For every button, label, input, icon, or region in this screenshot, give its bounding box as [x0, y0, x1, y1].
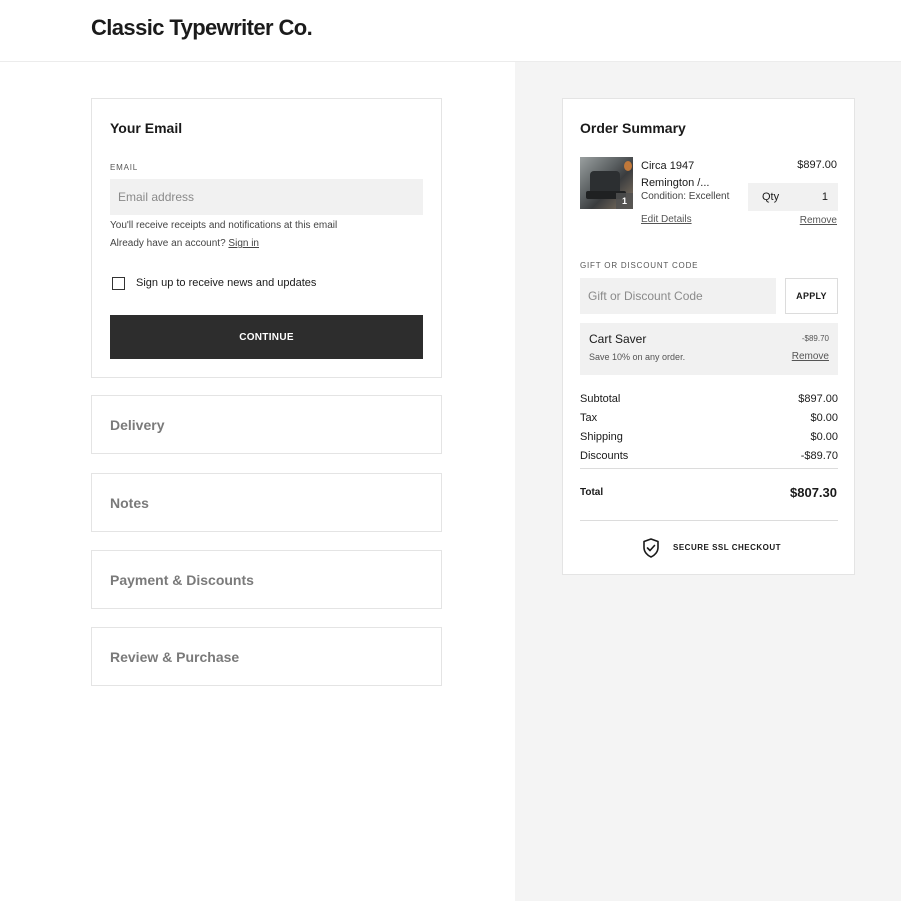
discount-code-input[interactable]: [580, 278, 776, 314]
discount-field-label: GIFT OR DISCOUNT CODE: [580, 261, 699, 270]
total-value: $807.30: [790, 485, 837, 500]
secure-checkout-text: SECURE SSL CHECKOUT: [673, 543, 782, 552]
order-summary: Order Summary 1 Circa 1947 Remington /..…: [562, 98, 855, 575]
tax-row: Tax $0.00: [580, 412, 838, 431]
applied-coupon: Cart Saver -$89.70 Save 10% on any order…: [580, 323, 838, 375]
step-payment-title: Payment & Discounts: [110, 572, 254, 588]
totals-list: Subtotal $897.00 Tax $0.00 Shipping $0.0…: [580, 393, 838, 469]
account-prompt-text: Already have an account?: [110, 238, 226, 249]
subtotal-value: $897.00: [798, 393, 838, 405]
discounts-value: -$89.70: [800, 450, 838, 462]
edit-details-link[interactable]: Edit Details: [641, 214, 692, 225]
email-section-title: Your Email: [110, 120, 183, 136]
discounts-label: Discounts: [580, 450, 629, 462]
totals-divider: [580, 468, 838, 469]
subtotal-row: Subtotal $897.00: [580, 393, 838, 412]
step-notes[interactable]: Notes: [91, 473, 442, 532]
brand-logo[interactable]: Classic Typewriter Co.: [91, 15, 313, 41]
site-header: Classic Typewriter Co.: [0, 0, 901, 62]
qty-value[interactable]: 1: [822, 191, 828, 203]
email-input[interactable]: [110, 179, 423, 215]
shield-check-icon: [643, 538, 659, 558]
total-label: Total: [580, 487, 604, 498]
thumbnail-qty-badge: 1: [616, 193, 633, 209]
apply-button[interactable]: APPLY: [785, 278, 838, 314]
coupon-description: Save 10% on any order.: [589, 352, 686, 362]
step-review-title: Review & Purchase: [110, 649, 240, 665]
discounts-row: Discounts -$89.70: [580, 450, 838, 469]
product-name: Circa 1947 Remington /...: [641, 160, 710, 189]
step-payment[interactable]: Payment & Discounts: [91, 550, 442, 609]
email-section: Your Email EMAIL You'll receive receipts…: [91, 98, 442, 378]
coupon-amount: -$89.70: [801, 334, 829, 343]
product-condition: Condition: Excellent: [641, 191, 730, 202]
step-delivery[interactable]: Delivery: [91, 395, 442, 454]
subtotal-label: Subtotal: [580, 393, 621, 405]
shipping-row: Shipping $0.00: [580, 431, 838, 450]
secure-divider: [580, 520, 838, 521]
remove-item-link[interactable]: Remove: [800, 215, 837, 226]
sign-in-link[interactable]: Sign in: [228, 238, 259, 249]
coupon-remove-link[interactable]: Remove: [792, 351, 829, 362]
continue-button[interactable]: CONTINUE: [110, 315, 423, 359]
product-thumbnail: 1: [580, 157, 633, 209]
step-review[interactable]: Review & Purchase: [91, 627, 442, 686]
newsletter-checkbox[interactable]: [112, 277, 125, 290]
tax-label: Tax: [580, 412, 598, 424]
shipping-value: $0.00: [810, 431, 838, 443]
product-price: $897.00: [797, 159, 837, 171]
step-notes-title: Notes: [110, 495, 149, 511]
quantity-stepper[interactable]: Qty 1: [748, 183, 838, 211]
email-hint: You'll receive receipts and notification…: [110, 220, 338, 231]
thumbnail-decor: [624, 161, 632, 171]
shipping-label: Shipping: [580, 431, 623, 443]
order-summary-title: Order Summary: [580, 120, 686, 136]
newsletter-label[interactable]: Sign up to receive news and updates: [136, 277, 316, 289]
tax-value: $0.00: [810, 412, 838, 424]
coupon-name: Cart Saver: [589, 332, 647, 346]
account-prompt: Already have an account? Sign in: [110, 238, 259, 249]
step-delivery-title: Delivery: [110, 417, 165, 433]
email-field-label: EMAIL: [110, 163, 139, 172]
qty-label: Qty: [762, 191, 780, 203]
